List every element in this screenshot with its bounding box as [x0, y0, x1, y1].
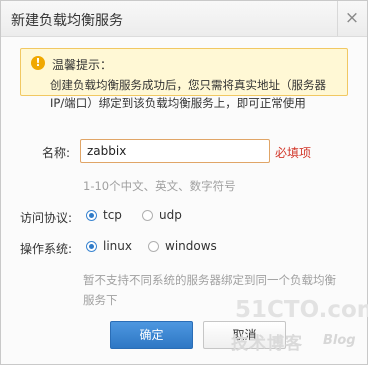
protocol-label: 访问协议: [20, 211, 73, 225]
confirm-button[interactable]: 确定 [110, 321, 193, 349]
tip-title: 温馨提示： [52, 58, 113, 72]
os-hint-line: 暂不支持不同系统的服务器绑定到同一个负载均衡 [83, 273, 336, 287]
os-label: 操作系统: [20, 242, 73, 256]
os-hint-line: 服务下 [83, 293, 118, 307]
tip-line: 创建负载均衡服务成功后，您只需将真实地址（服务器 [50, 78, 326, 92]
dialog-title: 新建负载均衡服务 [11, 13, 123, 29]
tip-text: 创建负载均衡服务成功后，您只需将真实地址（服务器 IP/端口）绑定到该负载均衡服… [50, 75, 350, 113]
watermark-blog: Blog [323, 333, 356, 348]
dialog-titlebar: 新建负载均衡服务 × [1, 1, 367, 37]
name-input[interactable] [80, 139, 270, 163]
close-icon[interactable]: × [342, 8, 362, 28]
os-windows-label[interactable]: windows [165, 239, 217, 253]
os-windows-radio[interactable] [148, 241, 159, 252]
tip-box: ! 温馨提示： 创建负载均衡服务成功后，您只需将真实地址（服务器 IP/端口）绑… [20, 48, 348, 110]
required-note: 必填项 [275, 146, 312, 160]
protocol-udp-label[interactable]: udp [159, 208, 182, 222]
protocol-udp-radio[interactable] [142, 210, 153, 221]
watermark-logo: 51CTO.com 技术博客 Blog [229, 297, 368, 361]
name-label: 名称: [42, 146, 71, 160]
warning-icon: ! [31, 56, 45, 70]
os-linux-radio[interactable] [86, 241, 97, 252]
watermark-sub: 技术博客 [231, 334, 303, 354]
name-hint: 1-10个中文、英文、数字符号 [83, 179, 236, 193]
titlebar-divider [337, 1, 338, 36]
new-load-balancer-dialog: 新建负载均衡服务 × ! 温馨提示： 创建负载均衡服务成功后，您只需将真实地址（… [0, 0, 368, 365]
watermark-main: 51CTO.com [235, 297, 368, 323]
protocol-tcp-label[interactable]: tcp [103, 208, 122, 222]
tip-line: IP/端口）绑定到该负载均衡服务上，即可正常使用 [50, 96, 306, 110]
protocol-tcp-radio[interactable] [86, 210, 97, 221]
os-linux-label[interactable]: linux [103, 239, 132, 253]
